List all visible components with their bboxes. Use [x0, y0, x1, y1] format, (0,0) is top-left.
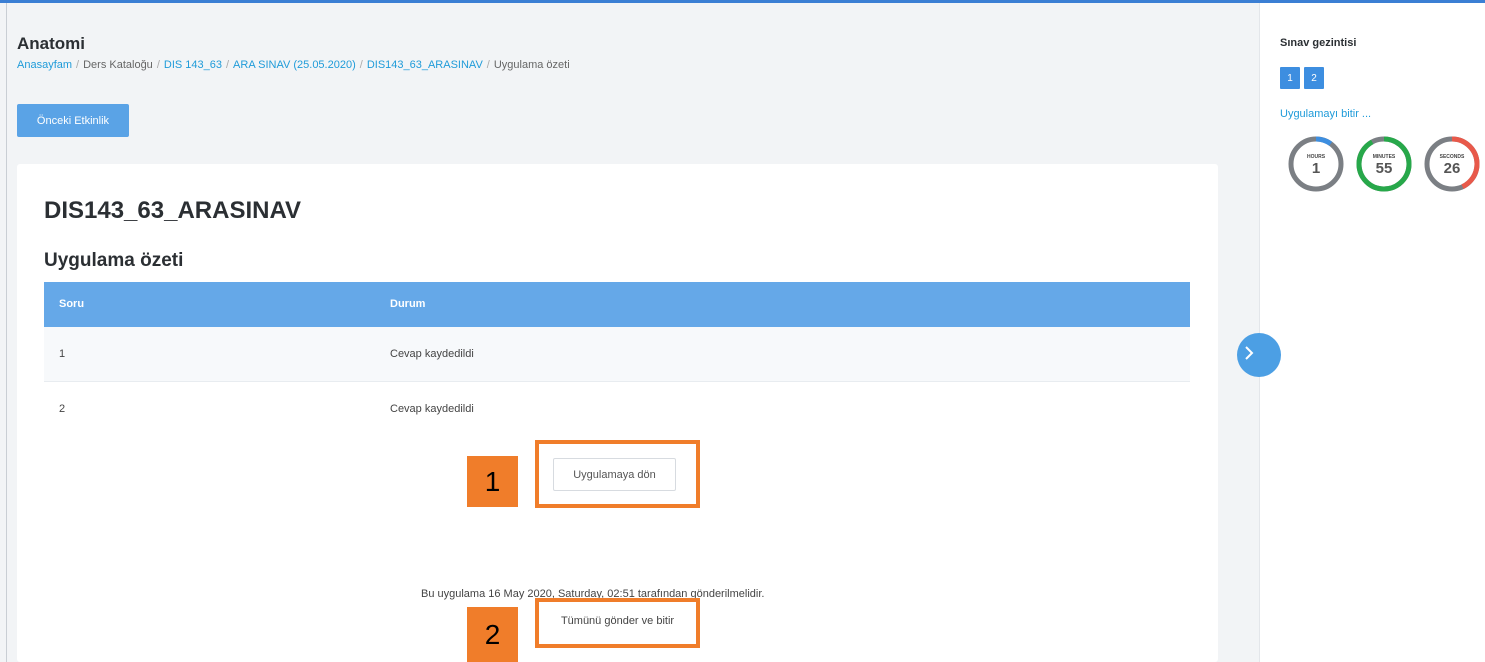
submit-all-button[interactable]: Tümünü gönder ve bitir: [545, 608, 690, 634]
timer-seconds-value: 26: [1443, 160, 1461, 177]
step-marker-1: 1: [467, 456, 518, 507]
course-title: Anatomi: [17, 34, 85, 53]
row-status: Cevap kaydedildi: [390, 348, 474, 360]
breadcrumb-separator: /: [486, 59, 490, 71]
timer-hours-value: 1: [1311, 160, 1321, 177]
question-nav-button-1[interactable]: 1: [1280, 67, 1300, 89]
column-header-status: Durum: [390, 298, 426, 310]
return-to-attempt-button[interactable]: Uygulamaya dön: [553, 458, 676, 491]
step-marker-2: 2: [467, 607, 518, 662]
question-nav-button-2[interactable]: 2: [1304, 67, 1324, 89]
breadcrumb-separator: /: [359, 59, 363, 71]
quiz-title: DIS143_63_ARASINAV: [44, 197, 302, 224]
table-row: 2 Cevap kaydedildi: [44, 382, 1190, 437]
column-header-question: Soru: [59, 298, 85, 310]
row-question-number[interactable]: 2: [59, 403, 65, 415]
quiz-navigation-title: Sınav gezintisi: [1280, 37, 1357, 49]
timer-minutes-value: 55: [1375, 160, 1393, 177]
breadcrumb-quiz[interactable]: DIS143_63_ARASINAV: [367, 59, 483, 71]
breadcrumb-current: Uygulama özeti: [493, 59, 570, 71]
summary-table: Soru Durum 1 Cevap kaydedildi 2 Cevap ka…: [44, 282, 1190, 437]
row-status: Cevap kaydedildi: [390, 403, 474, 415]
left-border: [6, 3, 7, 662]
table-header: Soru Durum: [44, 282, 1190, 327]
timer-seconds: SECONDS 26: [1422, 134, 1482, 194]
breadcrumb-section[interactable]: ARA SINAV (25.05.2020): [233, 59, 356, 71]
breadcrumb-catalog: Ders Kataloğu: [83, 59, 153, 71]
breadcrumb: Anasayfam / Ders Kataloğu / DIS 143_63/ARA S…: [17, 59, 570, 71]
row-question-number[interactable]: 1: [59, 348, 65, 360]
previous-activity-button[interactable]: Önceki Etkinlik: [17, 104, 129, 137]
breadcrumb-separator: /: [156, 59, 160, 71]
finish-attempt-link[interactable]: Uygulamayı bitir ...: [1280, 108, 1371, 120]
breadcrumb-course[interactable]: DIS 143_63: [164, 59, 222, 71]
chevron-right-icon: [1244, 346, 1254, 363]
breadcrumb-home[interactable]: Anasayfam: [17, 59, 72, 71]
breadcrumb-separator: /: [225, 59, 230, 71]
breadcrumb-separator: /: [76, 59, 80, 71]
summary-title: Uygulama özeti: [44, 250, 184, 271]
drawer-toggle-button[interactable]: [1237, 333, 1281, 377]
timer-minutes: MINUTES 55: [1354, 134, 1414, 194]
table-row: 1 Cevap kaydedildi: [44, 327, 1190, 382]
quiz-navigation-sidebar: [1259, 3, 1485, 662]
timer-hours: HOURS 1: [1286, 134, 1346, 194]
